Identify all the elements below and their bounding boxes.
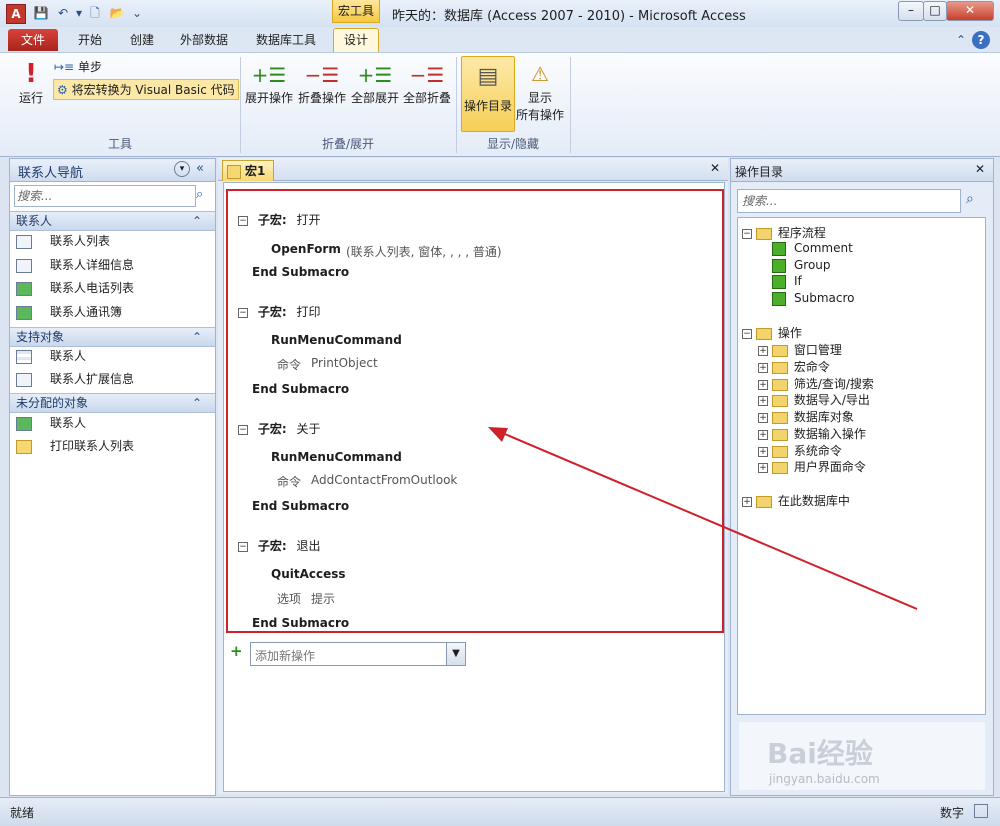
annotation-arrow xyxy=(488,427,918,610)
numlock-indicator: 数字 xyxy=(940,806,965,820)
arrow-shaft xyxy=(499,431,918,610)
status-text: 就绪 xyxy=(10,806,35,820)
design-view-icon[interactable] xyxy=(974,804,988,818)
status-bar: 就绪 数字 xyxy=(0,797,1000,826)
arrow-head xyxy=(488,427,508,442)
